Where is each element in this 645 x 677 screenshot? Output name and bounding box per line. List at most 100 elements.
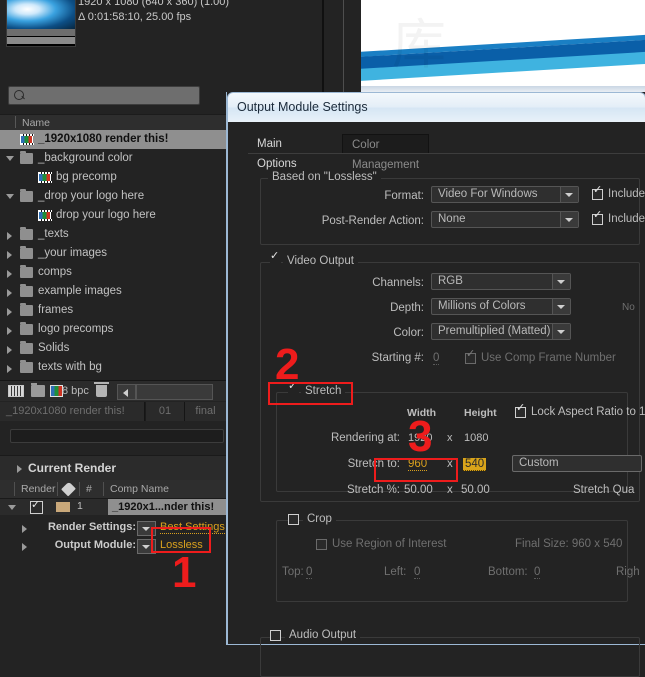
dialog-title-bar[interactable]: Output Module Settings <box>227 92 645 122</box>
starting-number-value[interactable]: 0 <box>433 352 439 365</box>
twirl-right-icon[interactable] <box>4 320 16 339</box>
chevron-down-icon[interactable] <box>552 299 570 314</box>
project-list-item[interactable]: _1920x1080 render this! <box>0 130 226 149</box>
project-list-item[interactable]: _your images <box>0 244 226 263</box>
use-region-of-interest-label: Use Region of Interest <box>332 538 446 550</box>
tab-main-options[interactable]: Main Options <box>248 134 306 154</box>
stretch-preset-dropdown[interactable]: Custom <box>512 455 642 472</box>
height-header: Height <box>464 407 497 419</box>
audio-output-checkbox[interactable] <box>270 630 281 641</box>
twirl-right-icon[interactable] <box>4 301 16 320</box>
project-list-item[interactable]: Solids <box>0 339 226 358</box>
stretch-percent-width: 50.00 <box>404 484 433 496</box>
bit-depth-label[interactable]: 8 bpc <box>62 385 89 397</box>
format-dropdown[interactable]: Video For Windows <box>431 186 579 203</box>
crop-bottom-label: Bottom: <box>488 566 528 578</box>
include-source-xmp-checkbox[interactable] <box>592 214 603 225</box>
dialog-title: Output Module Settings <box>237 100 368 114</box>
chevron-down-icon[interactable] <box>560 187 578 202</box>
tab-comp[interactable]: _1920x1080 render this! <box>0 402 145 421</box>
project-list-item[interactable]: drop your logo here <box>0 206 226 225</box>
new-comp-icon[interactable] <box>8 385 24 397</box>
project-list-item-label: example images <box>38 282 122 301</box>
tab-01[interactable]: 01 <box>146 402 185 421</box>
chevron-down-icon[interactable] <box>552 324 570 339</box>
project-list-item-label: logo precomps <box>38 320 113 339</box>
project-list-item[interactable]: texts with bg <box>0 358 226 377</box>
panel-divider-2 <box>343 0 344 92</box>
label-color-swatch[interactable] <box>56 502 70 512</box>
new-folder-icon[interactable] <box>31 385 45 397</box>
folder-icon <box>20 305 33 316</box>
stretch-height-field[interactable]: 540 <box>463 458 486 471</box>
crop-right-label: Righ <box>616 566 640 578</box>
include-project-link-checkbox[interactable] <box>592 189 603 200</box>
channels-dropdown[interactable]: RGB <box>431 273 571 290</box>
video-output-legend: Video Output <box>283 255 358 267</box>
lock-aspect-ratio-checkbox[interactable] <box>515 407 526 418</box>
chevron-down-icon[interactable] <box>552 274 570 289</box>
project-list-item-label: _texts <box>38 225 69 244</box>
crop-left-label: Left: <box>384 566 406 578</box>
project-list-item-label: texts with bg <box>38 358 102 377</box>
use-region-of-interest-checkbox[interactable] <box>316 539 327 550</box>
twirl-down-icon[interactable] <box>4 187 16 206</box>
format-value: Video For Windows <box>438 188 538 200</box>
render-item-comp-name[interactable]: _1920x1...nder this! <box>108 499 226 515</box>
twirl-right-icon[interactable] <box>4 358 16 377</box>
twirl-right-icon[interactable] <box>4 244 16 263</box>
tab-color-management[interactable]: Color Management <box>342 134 429 154</box>
post-render-action-label: Post-Render Action: <box>298 215 424 227</box>
current-render-section[interactable]: Current Render <box>0 455 226 481</box>
project-list-item[interactable]: logo precomps <box>0 320 226 339</box>
chevron-down-icon[interactable] <box>560 212 578 227</box>
folder-icon <box>20 191 33 202</box>
render-queue-tabs: _1920x1080 render this! 01 final <box>0 402 226 421</box>
render-checkbox[interactable] <box>30 501 43 514</box>
col-sep-4 <box>103 482 104 496</box>
color-dropdown[interactable]: Premultiplied (Matted) <box>431 323 571 340</box>
twirl-right-icon[interactable] <box>4 225 16 244</box>
project-list-item-label: _background color <box>38 149 133 168</box>
trash-icon[interactable] <box>96 385 107 397</box>
depth-value: Millions of Colors <box>438 300 526 312</box>
twirl-right-icon[interactable] <box>4 263 16 282</box>
post-render-action-value: None <box>438 213 466 225</box>
annotation-box-3 <box>374 458 458 482</box>
crop-left-value[interactable]: 0 <box>414 566 420 579</box>
twirl-right-icon[interactable] <box>4 282 16 301</box>
column-header-comp-name: Comp Name <box>110 483 169 495</box>
panel-toolbar-field[interactable] <box>136 384 213 400</box>
panel-prev-button[interactable] <box>117 384 136 400</box>
crop-checkbox[interactable] <box>288 514 299 525</box>
watermark-glyph: 库 <box>392 18 446 72</box>
project-list-item[interactable]: bg precomp <box>0 168 226 187</box>
project-list-item[interactable]: _texts <box>0 225 226 244</box>
stretch-percent-x-separator: x <box>447 484 453 496</box>
project-list-item-label: _1920x1080 render this! <box>38 130 168 149</box>
twirl-right-icon[interactable] <box>4 339 16 358</box>
chevron-left-icon <box>123 389 128 397</box>
project-list-item[interactable]: comps <box>0 263 226 282</box>
search-input[interactable] <box>8 86 200 105</box>
comp-icon <box>38 172 51 183</box>
tab-final[interactable]: final <box>185 402 227 421</box>
project-list-item[interactable]: example images <box>0 282 226 301</box>
rendering-x-separator: x <box>447 432 453 444</box>
project-panel-toolbar: 8 bpc <box>0 380 226 401</box>
project-list-item-label: drop your logo here <box>56 206 156 225</box>
render-queue-row[interactable]: 1 _1920x1...nder this! <box>0 499 226 515</box>
twirl-right-icon[interactable] <box>14 456 26 480</box>
post-render-action-dropdown[interactable]: None <box>431 211 579 228</box>
twirl-down-icon[interactable] <box>4 149 16 168</box>
video-output-checkbox[interactable] <box>270 256 281 267</box>
project-list-item[interactable]: frames <box>0 301 226 320</box>
crop-bottom-value[interactable]: 0 <box>534 566 540 579</box>
use-comp-frame-number-checkbox[interactable] <box>465 353 476 364</box>
include-project-link-label: Include <box>608 188 645 200</box>
crop-top-value[interactable]: 0 <box>306 566 312 579</box>
project-list-item[interactable]: _drop your logo here <box>0 187 226 206</box>
depth-dropdown[interactable]: Millions of Colors <box>431 298 571 315</box>
project-list-item[interactable]: _background color <box>0 149 226 168</box>
color-label: Color: <box>298 327 424 339</box>
